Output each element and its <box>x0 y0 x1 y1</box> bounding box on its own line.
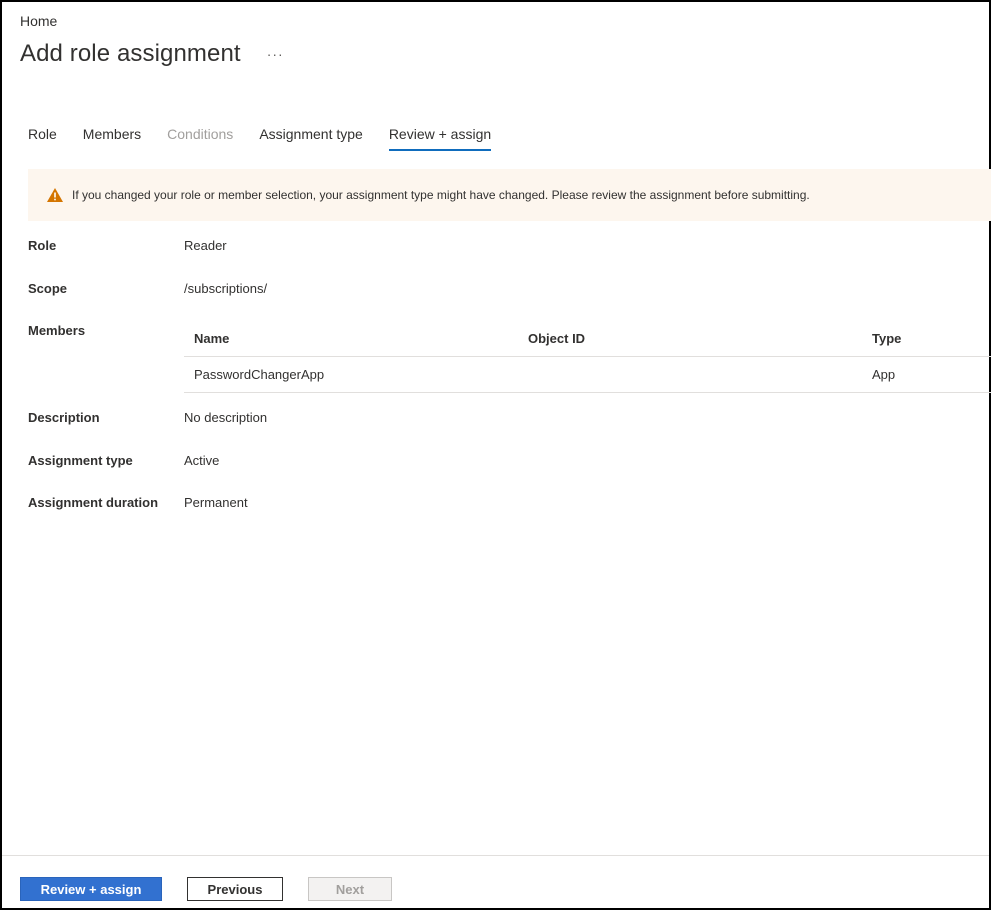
assignment-duration-label: Assignment duration <box>28 495 159 510</box>
review-assign-button[interactable]: Review + assign <box>20 877 162 901</box>
scope-label: Scope <box>28 281 68 296</box>
role-row: Role Reader <box>28 238 227 253</box>
assignment-duration-row: Assignment duration Permanent <box>28 495 248 510</box>
assignment-type-value: Active <box>184 453 220 468</box>
assignment-duration-value: Permanent <box>184 495 248 510</box>
members-label: Members <box>28 323 86 338</box>
page-title: Add role assignment <box>20 40 241 67</box>
title-row: Add role assignment ··· <box>20 40 284 68</box>
footer-bar: Review + assign Previous Next <box>2 855 989 908</box>
scope-value: /subscriptions/ <box>184 281 268 296</box>
members-row: Members <box>28 323 184 338</box>
previous-button[interactable]: Previous <box>187 877 283 901</box>
member-name: PasswordChangerApp <box>194 367 325 382</box>
blade-frame: Home Add role assignment ··· Role Member… <box>0 0 991 910</box>
members-table-header: Name Object ID Type <box>184 320 991 357</box>
column-header-object-id: Object ID <box>528 330 586 346</box>
description-value: No description <box>184 410 268 425</box>
assignment-type-row: Assignment type Active <box>28 453 219 468</box>
description-label: Description <box>28 410 100 425</box>
tab-assignment-type[interactable]: Assignment type <box>259 126 363 151</box>
role-value: Reader <box>184 238 227 253</box>
scope-row: Scope /subscriptions/ <box>28 281 267 296</box>
member-type: App <box>872 367 896 382</box>
wizard-tabs: Role Members Conditions Assignment type … <box>28 126 517 151</box>
next-button: Next <box>308 877 392 901</box>
column-header-type: Type <box>872 330 902 346</box>
more-options-icon[interactable]: ··· <box>267 46 284 62</box>
tab-role[interactable]: Role <box>28 126 57 151</box>
members-table: Name Object ID Type PasswordChangerApp A… <box>184 320 991 393</box>
warning-text: If you changed your role or member selec… <box>72 188 810 202</box>
description-row: Description No description <box>28 410 267 425</box>
assignment-type-label: Assignment type <box>28 453 133 468</box>
tab-review-assign[interactable]: Review + assign <box>388 126 492 151</box>
warning-triangle-icon <box>46 187 64 203</box>
tab-members[interactable]: Members <box>83 126 141 151</box>
column-header-name: Name <box>194 330 230 346</box>
role-label: Role <box>28 238 57 253</box>
breadcrumb-home[interactable]: Home <box>20 13 57 29</box>
table-row: PasswordChangerApp App <box>184 357 991 393</box>
warning-banner: If you changed your role or member selec… <box>28 169 991 221</box>
tab-conditions: Conditions <box>167 126 234 142</box>
